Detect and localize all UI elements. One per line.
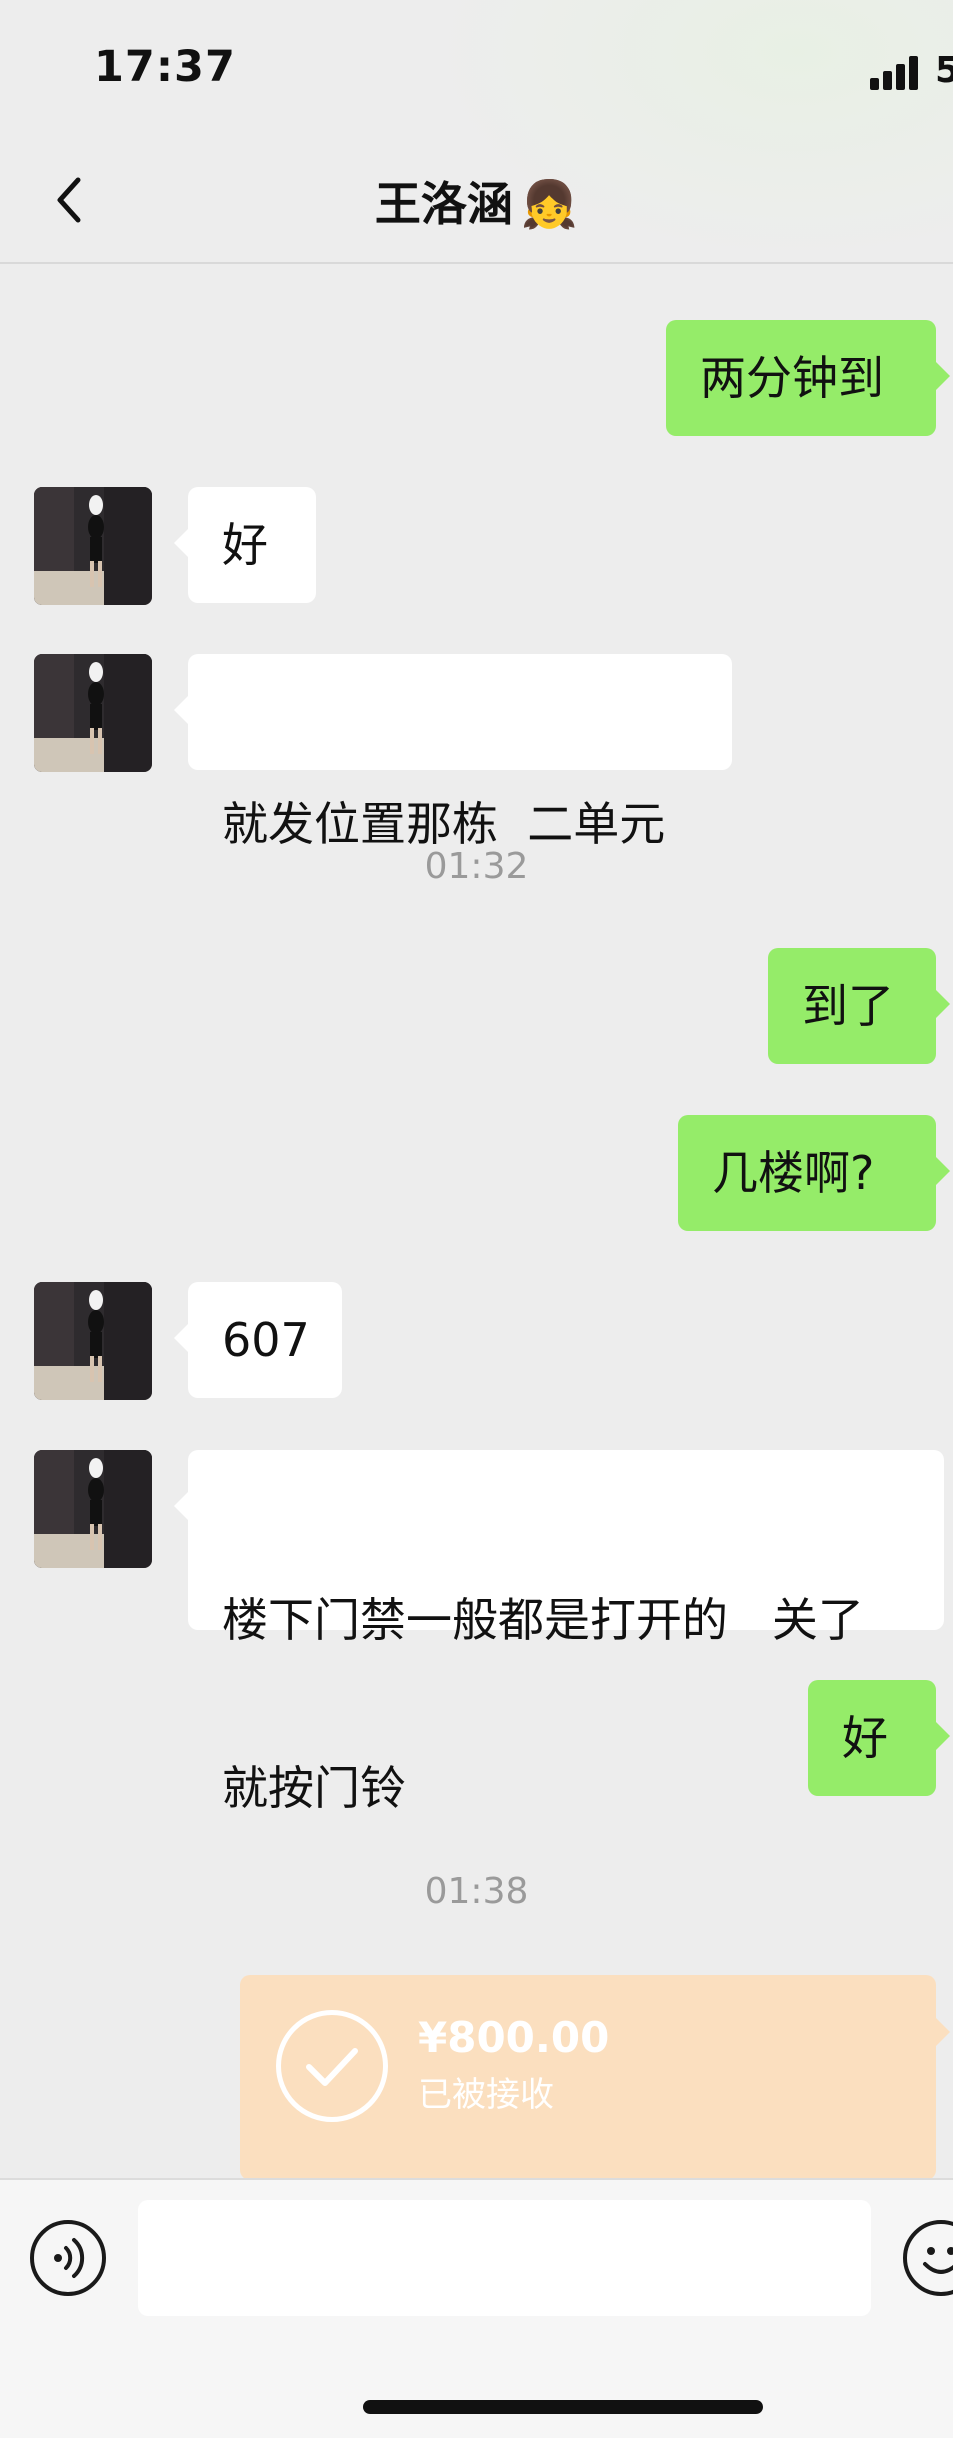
voice-icon[interactable] bbox=[30, 2220, 106, 2296]
message-text: 好 bbox=[842, 1711, 888, 1765]
transfer-card[interactable]: ¥800.00 已被接收 bbox=[240, 1975, 936, 2180]
contact-emoji: 👧 bbox=[520, 177, 579, 231]
message-input[interactable] bbox=[138, 2200, 871, 2316]
chat-header: 王洛涵 👧 bbox=[0, 140, 953, 264]
message-bubble-incoming[interactable]: 就发位置那栋 二单元 bbox=[174, 654, 732, 851]
message-bubble-outgoing[interactable]: 到了 bbox=[768, 948, 950, 1064]
status-time: 17:37 bbox=[94, 42, 236, 92]
chat-title: 王洛涵 👧 bbox=[0, 168, 953, 234]
transfer-amount: ¥800.00 bbox=[418, 2013, 610, 2062]
message-text: 607 bbox=[222, 1313, 310, 1367]
message-text-line1: 楼下门禁一般都是打开的 关了 bbox=[222, 1593, 864, 1647]
signal-icon bbox=[870, 56, 920, 90]
timestamp: 01:38 bbox=[424, 1871, 529, 1912]
home-indicator bbox=[363, 2400, 763, 2414]
message-bubble-outgoing[interactable]: 两分钟到 bbox=[666, 320, 950, 436]
avatar[interactable] bbox=[34, 487, 152, 605]
message-bubble-outgoing[interactable]: 几楼啊? bbox=[678, 1115, 950, 1231]
checkmark-icon bbox=[276, 2010, 388, 2122]
avatar[interactable] bbox=[34, 1450, 152, 1568]
message-bubble-incoming[interactable]: 楼下门禁一般都是打开的 关了 就按门铃 bbox=[174, 1450, 944, 1815]
message-text: 好 bbox=[222, 518, 268, 572]
message-bubble-incoming[interactable]: 好 bbox=[174, 487, 316, 603]
message-text: 几楼啊? bbox=[712, 1146, 875, 1200]
message-bubble-outgoing[interactable]: 好 bbox=[808, 1680, 950, 1796]
message-text: 就发位置那栋 二单元 bbox=[222, 797, 666, 851]
transfer-tail bbox=[936, 2018, 950, 2046]
avatar[interactable] bbox=[34, 654, 152, 772]
message-bubble-incoming[interactable]: 607 bbox=[174, 1282, 342, 1398]
status-bar: 17:37 5 bbox=[0, 0, 953, 260]
battery-level: 5 bbox=[935, 50, 953, 91]
input-bar bbox=[0, 2178, 953, 2438]
transfer-status: 已被接收 bbox=[418, 2075, 554, 2115]
message-text: 到了 bbox=[802, 979, 894, 1033]
contact-name: 王洛涵 bbox=[374, 177, 513, 231]
message-text-line2: 就按门铃 bbox=[222, 1761, 406, 1815]
smiley-icon[interactable] bbox=[903, 2220, 953, 2296]
message-text: 两分钟到 bbox=[700, 351, 884, 405]
avatar[interactable] bbox=[34, 1282, 152, 1400]
timestamp: 01:32 bbox=[424, 846, 529, 887]
